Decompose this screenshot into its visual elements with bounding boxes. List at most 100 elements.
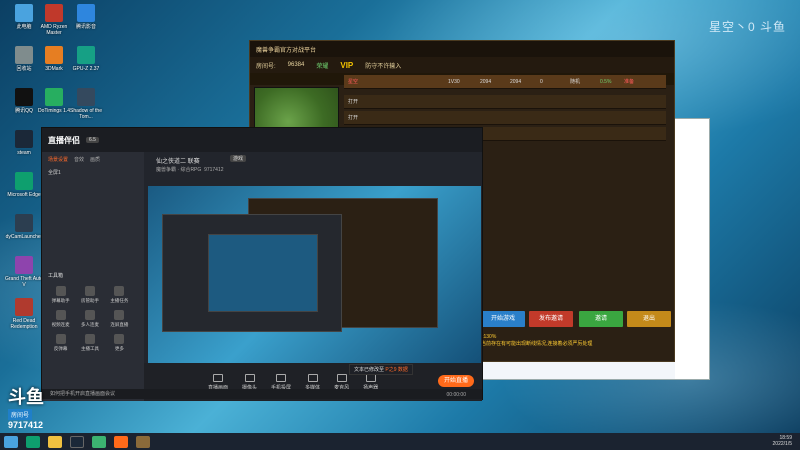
desktop-icon[interactable]: Microsoft Edge <box>4 170 44 208</box>
tab-quality[interactable]: 画质 <box>90 156 100 163</box>
start-game-button[interactable]: 开始游戏 <box>481 311 525 327</box>
desktop-icon-label: steam <box>17 150 31 156</box>
app-icon <box>77 4 95 22</box>
clock-date: 2022/1/5 <box>772 441 792 447</box>
tool-item[interactable]: 视频连麦 <box>46 310 75 328</box>
app-icon <box>77 46 95 64</box>
desktop-icon[interactable]: GPU-Z 2.37 <box>66 44 106 82</box>
player-level: 1V30 <box>448 78 460 85</box>
stream-tag[interactable]: 游戏 <box>230 155 247 162</box>
start-live-button[interactable]: 开始直播 <box>438 375 474 387</box>
desktop-icon[interactable]: Grand Theft Auto V <box>4 254 44 292</box>
bottom-item[interactable]: 手机投屏 <box>271 373 291 391</box>
app-icon <box>15 256 33 274</box>
room-name: 荣耀 <box>316 63 329 70</box>
tool-item[interactable]: 反弹幕 <box>46 334 75 352</box>
desktop-icon-label: Microsoft Edge <box>7 192 41 198</box>
player-score1: 2094 <box>480 78 492 85</box>
tool-item[interactable]: 连屏直播 <box>105 310 134 328</box>
slot-label: 打开 <box>348 99 359 105</box>
player-name: 星空 <box>348 79 359 85</box>
stream-title: 仙之侠道二 联赛 <box>156 159 200 165</box>
game-icon[interactable] <box>136 435 150 448</box>
invite-button[interactable]: 发布邀请 <box>529 311 573 327</box>
tool-label: 视频连麦 <box>51 322 70 327</box>
tooltip-label: 文本已修改至 <box>354 367 385 373</box>
app-icon <box>15 88 33 106</box>
player-score2: 2094 <box>510 78 522 85</box>
taskbar: 18:59 2022/1/5 <box>0 433 800 450</box>
tool-label: 主播任务 <box>110 298 129 303</box>
desktop-icon-label: Red Dead Redemption <box>10 318 38 330</box>
bottom-item-icon <box>276 373 287 382</box>
tool-item[interactable]: 弹幕助手 <box>46 286 75 304</box>
tool-label: 连屏直播 <box>110 322 129 327</box>
invite2-button[interactable]: 邀请 <box>579 311 623 327</box>
bottom-item[interactable]: 麦克风 <box>334 373 349 391</box>
tool-item[interactable]: 房管助手 <box>75 286 104 304</box>
tab-scene[interactable]: 场景设置 <box>48 156 68 163</box>
scene-tabs: 场景设置 音效 画质 <box>42 152 144 167</box>
tool-item[interactable]: 更多 <box>105 334 134 352</box>
tool-label: 主播工具 <box>80 346 99 351</box>
tool-icon <box>55 334 66 344</box>
exit-button[interactable]: 退出 <box>627 311 671 327</box>
player-race: 随机 <box>570 79 581 85</box>
tab-audio[interactable]: 音效 <box>74 156 84 163</box>
desktop-icon[interactable]: steam <box>4 128 44 166</box>
room-badge: 斗鱼 房间号 9717412 <box>8 383 60 430</box>
steam-icon[interactable] <box>70 435 84 448</box>
tool-item[interactable]: 多人连麦 <box>75 310 104 328</box>
player-row[interactable]: 星空 1V30 2094 2094 0 随机 0.5% 准备 <box>344 75 666 89</box>
app-icon <box>15 46 33 64</box>
tool-icon <box>114 334 125 344</box>
toolbox-grid: 弹幕助手 房管助手 主播任务视频连麦 多人连麦 连屏直播反弹幕 主播工具 更多 <box>46 286 134 352</box>
tool-item[interactable]: 主播任务 <box>105 286 134 304</box>
app-icon <box>15 172 33 190</box>
desktop-icon[interactable]: Red Dead Redemption <box>4 296 44 334</box>
player-entry: 0 <box>540 78 543 85</box>
tool-label: 更多 <box>114 346 124 351</box>
system-tray[interactable]: 18:59 2022/1/5 <box>773 435 792 447</box>
desktop-icon[interactable]: 腾讯影音 <box>66 2 106 40</box>
room-number: 9717412 <box>8 420 44 430</box>
desktop-icon-label: dyCamLauncher <box>5 234 43 240</box>
desktop-icon-label: Shadow of the Tom... <box>70 108 102 120</box>
app-icon <box>15 4 33 22</box>
app-icon <box>45 46 63 64</box>
bottom-item-icon <box>336 373 347 382</box>
edge-icon[interactable] <box>26 435 40 448</box>
chat-sidebar <box>675 119 709 379</box>
xbox-icon[interactable] <box>92 435 106 448</box>
bottom-item[interactable]: 摄像头 <box>242 373 257 391</box>
bottom-item[interactable]: 多媒体 <box>305 373 320 391</box>
brand-overlay: 星空丶0 斗鱼 <box>708 20 786 34</box>
stream-category: 魔兽争霸 · 综合RPG 9717412 <box>156 166 224 173</box>
tool-item[interactable]: 主播工具 <box>75 334 104 352</box>
scene-item[interactable]: 全屏1 <box>42 167 144 178</box>
tool-icon <box>55 286 66 296</box>
slot-row[interactable]: 打开 <box>344 111 666 125</box>
hint-text: 当前存在有可能出现断线情况,连接着必须严厉处理 <box>481 341 593 347</box>
desktop-icon[interactable]: Shadow of the Tom... <box>66 86 106 124</box>
folder-icon[interactable] <box>48 435 62 448</box>
tool-icon <box>114 286 125 296</box>
category-text: 魔兽争霸 · 综合RPG <box>156 167 202 173</box>
version-badge: 6.5 <box>86 137 99 143</box>
slot-row[interactable]: 打开 <box>344 95 666 109</box>
room-label: 房间号: <box>256 63 276 70</box>
game-title-bar: 魔兽争霸官方对战平台 <box>250 41 674 57</box>
desktop-icon-label: Grand Theft Auto V <box>5 276 43 288</box>
bottom-item[interactable]: 直播画面 <box>208 373 228 391</box>
bottom-item[interactable]: 扬声器 <box>363 373 378 391</box>
tool-label: 弹幕助手 <box>51 298 70 303</box>
game-title: 魔兽争霸官方对战平台 <box>256 47 317 54</box>
live-timer: 00:00:00 <box>446 392 466 398</box>
live-title-bar: 直播伴侣 6.5 <box>42 128 482 152</box>
live-app-icon[interactable] <box>114 435 128 448</box>
desktop-icon[interactable]: dyCamLauncher <box>4 212 44 250</box>
room-tag: 房间号 <box>8 409 33 420</box>
tool-icon <box>84 286 95 296</box>
app-icon <box>15 130 33 148</box>
start-icon[interactable] <box>4 435 18 448</box>
